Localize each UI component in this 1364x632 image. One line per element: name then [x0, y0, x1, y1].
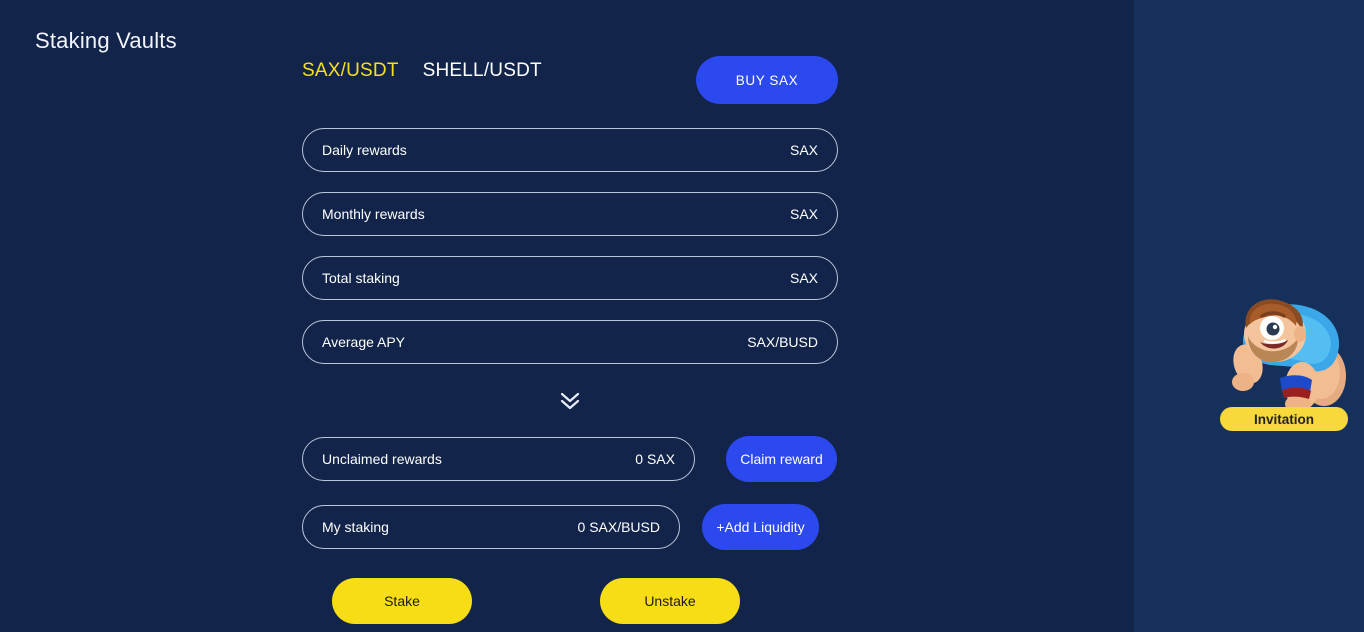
info-row-value: 0 SAX: [635, 451, 675, 467]
pair-tabs: SAX/USDT SHELL/USDT: [302, 60, 542, 82]
claim-reward-button[interactable]: Claim reward: [726, 436, 837, 482]
info-row-label: Average APY: [322, 334, 406, 350]
expand-details-toggle[interactable]: [302, 388, 838, 414]
info-row-label: Daily rewards: [322, 142, 407, 158]
buy-sax-button[interactable]: BUY SAX: [696, 56, 838, 104]
info-row-value: SAX/BUSD: [747, 334, 818, 350]
info-row-value: 0 SAX/BUSD: [577, 519, 660, 535]
info-row-label: Monthly rewards: [322, 206, 425, 222]
info-row-value: SAX: [789, 270, 818, 286]
info-row-daily-rewards: Daily rewards SAX: [302, 128, 838, 172]
info-row-monthly-rewards: Monthly rewards SAX: [302, 192, 838, 236]
info-row-value: SAX: [789, 206, 818, 222]
stake-actions-row: Stake Unstake: [302, 578, 838, 624]
invitation-widget[interactable]: Invitation: [1212, 290, 1357, 442]
info-row-average-apy: Average APY SAX/BUSD: [302, 320, 838, 364]
tab-shell-usdt[interactable]: SHELL/USDT: [423, 60, 542, 82]
add-liquidity-button[interactable]: +Add Liquidity: [702, 504, 819, 550]
unstake-button[interactable]: Unstake: [600, 578, 740, 624]
info-row-unclaimed-rewards: Unclaimed rewards 0 SAX: [302, 437, 695, 481]
tab-row: SAX/USDT SHELL/USDT BUY SAX: [302, 56, 838, 106]
info-row-label: Total staking: [322, 270, 400, 286]
info-row-value: SAX: [789, 142, 818, 158]
unclaimed-rewards-row: Unclaimed rewards 0 SAX Claim reward: [302, 436, 838, 482]
tab-sax-usdt[interactable]: SAX/USDT: [302, 60, 399, 82]
chevron-double-down-icon: [557, 390, 583, 412]
info-row-label: Unclaimed rewards: [322, 451, 442, 467]
info-row-total-staking: Total staking SAX: [302, 256, 838, 300]
my-staking-row: My staking 0 SAX/BUSD +Add Liquidity: [302, 504, 838, 550]
info-row-my-staking: My staking 0 SAX/BUSD: [302, 505, 680, 549]
info-row-label: My staking: [322, 519, 389, 535]
stake-button[interactable]: Stake: [332, 578, 472, 624]
mascot-character-icon: [1212, 290, 1357, 420]
staking-vault-card: SAX/USDT SHELL/USDT BUY SAX Daily reward…: [302, 56, 838, 624]
invitation-badge[interactable]: Invitation: [1220, 407, 1348, 431]
app-root: Staking Vaults SAX/USDT SHELL/USDT BUY S…: [0, 0, 1364, 632]
page-title: Staking Vaults: [35, 28, 177, 53]
